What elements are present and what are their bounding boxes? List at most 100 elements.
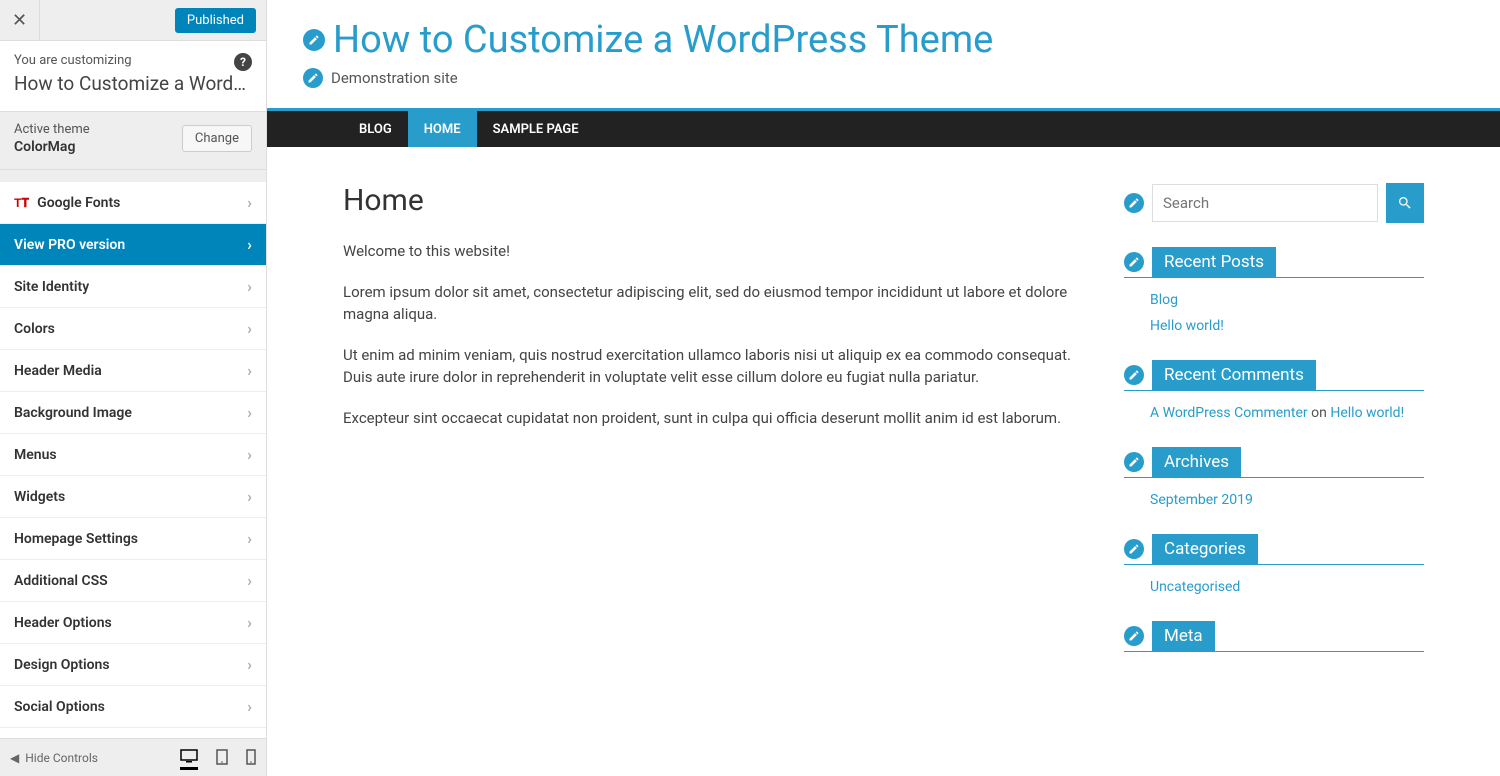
section-label: Design Options <box>14 657 110 673</box>
widget-list: Blog Hello world! <box>1124 278 1424 334</box>
widget-title: Categories <box>1152 534 1258 564</box>
mobile-icon[interactable] <box>246 749 256 766</box>
change-theme-button[interactable]: Change <box>182 125 252 152</box>
widget-header: Archives <box>1124 447 1424 478</box>
section-label: Widgets <box>14 489 65 505</box>
sidebar-info: You are customizing How to Customize a W… <box>0 41 266 112</box>
customizer-section[interactable]: View PRO version › <box>0 224 266 266</box>
widget-link[interactable]: Hello world! <box>1330 405 1404 421</box>
sidebar-top-bar: ✕ Published <box>0 0 266 41</box>
chevron-right-icon: › <box>247 487 252 506</box>
close-button[interactable]: ✕ <box>0 0 40 40</box>
help-icon[interactable]: ? <box>234 53 252 71</box>
customizer-section[interactable]: Social Options › <box>0 686 266 728</box>
section-label: Background Image <box>14 405 132 421</box>
site-title-label: How to Customize a WordPres… <box>14 72 252 95</box>
nav-item[interactable]: SAMPLE PAGE <box>477 111 595 147</box>
chevron-right-icon: › <box>247 235 252 254</box>
section-label: Homepage Settings <box>14 531 138 547</box>
active-theme-label: Active theme <box>14 122 90 137</box>
active-theme-row: Active theme ColorMag Change <box>0 112 266 170</box>
site-tagline[interactable]: Demonstration site <box>303 68 1464 88</box>
collapse-icon: ◀ <box>10 751 19 765</box>
chevron-right-icon: › <box>247 613 252 632</box>
customizer-section[interactable]: Colors › <box>0 308 266 350</box>
section-label: Header Media <box>14 363 102 379</box>
site-header: How to Customize a WordPress Theme Demon… <box>267 0 1500 108</box>
widget: Meta <box>1124 621 1424 652</box>
edit-icon[interactable] <box>1124 452 1144 472</box>
customizer-section[interactable]: Header Media › <box>0 350 266 392</box>
edit-icon[interactable] <box>1124 539 1144 559</box>
widget-title: Recent Posts <box>1152 247 1276 277</box>
chevron-right-icon: › <box>247 529 252 548</box>
customizer-section[interactable]: Homepage Settings › <box>0 518 266 560</box>
edit-icon[interactable] <box>303 68 323 88</box>
widget-title: Archives <box>1152 447 1241 477</box>
site-preview: How to Customize a WordPress Theme Demon… <box>267 0 1500 776</box>
search-widget <box>1124 183 1424 223</box>
edit-icon[interactable] <box>1124 365 1144 385</box>
publish-button[interactable]: Published <box>175 8 256 33</box>
chevron-right-icon: › <box>247 445 252 464</box>
chevron-right-icon: › <box>247 655 252 674</box>
customizer-section[interactable]: Footer Options› <box>0 728 266 738</box>
tablet-icon[interactable] <box>216 749 228 766</box>
search-button[interactable] <box>1386 183 1424 223</box>
chevron-right-icon: › <box>247 319 252 338</box>
widget-link[interactable]: Uncategorised <box>1150 579 1240 595</box>
edit-icon[interactable] <box>1124 626 1144 646</box>
content-paragraph: Lorem ipsum dolor sit amet, consectetur … <box>343 281 1084 326</box>
nav-item[interactable]: BLOG <box>343 111 408 147</box>
customizer-section[interactable]: Menus› <box>0 434 266 476</box>
widget-title: Recent Comments <box>1152 360 1316 390</box>
chevron-right-icon: › <box>247 193 252 212</box>
chevron-right-icon: › <box>247 361 252 380</box>
list-item: Uncategorised <box>1150 579 1424 595</box>
widget-list: Uncategorised <box>1124 565 1424 595</box>
edit-icon[interactable] <box>303 29 325 51</box>
customizer-section[interactable]: Background Image › <box>0 392 266 434</box>
primary-nav: BLOGHOMESAMPLE PAGE <box>267 111 1500 147</box>
edit-icon[interactable] <box>1124 193 1144 213</box>
section-label: Google Fonts <box>37 195 120 211</box>
list-item: A WordPress Commenter on Hello world! <box>1150 405 1424 421</box>
customizer-section[interactable]: Widgets › <box>0 476 266 518</box>
page-heading: Home <box>343 183 1084 218</box>
nav-item[interactable]: HOME <box>408 111 477 147</box>
customizer-section[interactable]: Design Options › <box>0 644 266 686</box>
chevron-right-icon: › <box>247 697 252 716</box>
customizer-sections: T𝐓Google Fonts›View PRO version›Site Ide… <box>0 170 266 738</box>
font-prefix-icon: T𝐓 <box>14 196 29 210</box>
widget-header: Meta <box>1124 621 1424 652</box>
list-item: September 2019 <box>1150 492 1424 508</box>
search-input[interactable] <box>1152 184 1378 222</box>
widget-header: Recent Comments <box>1124 360 1424 391</box>
widget: Recent Posts Blog Hello world! <box>1124 247 1424 334</box>
widget-link[interactable]: September 2019 <box>1150 492 1253 508</box>
widget-link[interactable]: Hello world! <box>1150 318 1224 334</box>
sidebar-footer: ◀ Hide Controls <box>0 738 266 776</box>
widget-header: Recent Posts <box>1124 247 1424 278</box>
widget-link[interactable]: A WordPress Commenter <box>1150 405 1308 421</box>
chevron-right-icon: › <box>247 403 252 422</box>
section-label: View PRO version <box>14 237 125 253</box>
section-label: Social Options <box>14 699 105 715</box>
customizer-section[interactable]: Header Options› <box>0 602 266 644</box>
edit-icon[interactable] <box>1124 252 1144 272</box>
section-label: Colors <box>14 321 55 337</box>
site-title[interactable]: How to Customize a WordPress Theme <box>303 18 1464 62</box>
chevron-right-icon: › <box>247 277 252 296</box>
customizer-section[interactable]: T𝐓 Google Fonts › <box>0 182 266 224</box>
hide-controls-button[interactable]: ◀ Hide Controls <box>10 751 98 765</box>
widget-link[interactable]: Blog <box>1150 292 1178 308</box>
widget: Categories Uncategorised <box>1124 534 1424 595</box>
section-label: Site Identity <box>14 279 89 295</box>
customizer-section[interactable]: Site Identity › <box>0 266 266 308</box>
desktop-icon[interactable] <box>180 749 198 770</box>
widget: Recent Comments A WordPress Commenter on … <box>1124 360 1424 421</box>
chevron-right-icon: › <box>247 571 252 590</box>
list-item: Blog <box>1150 292 1424 308</box>
device-switcher <box>180 749 256 766</box>
customizer-section[interactable]: Additional CSS› <box>0 560 266 602</box>
